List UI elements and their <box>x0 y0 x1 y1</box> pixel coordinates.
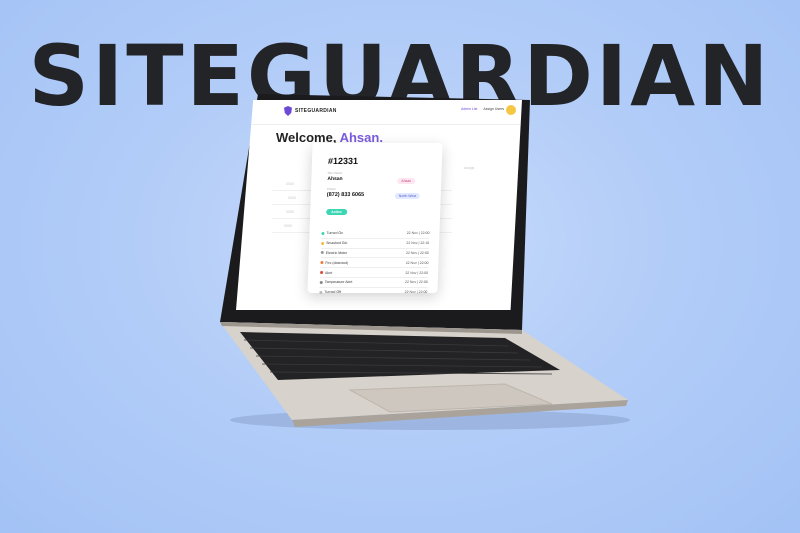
event-time: 22 Nov | 22:00 <box>404 280 428 285</box>
power-off-icon <box>319 290 323 294</box>
nav-link-assign[interactable]: Assign Users <box>483 107 504 111</box>
site-id: #12331 <box>327 156 359 166</box>
event-name: Turned On <box>326 231 344 236</box>
status-badge: Active <box>326 209 347 215</box>
ghost-label: 0000 <box>286 210 294 214</box>
site-detail-card: #12331 Site Owner Ahsan Phone (872) 833 … <box>307 143 443 298</box>
owner-badge: Ahsan <box>397 178 416 184</box>
list-item[interactable]: Fire (detected) 22 Nov | 22:00 <box>320 258 429 269</box>
location-badge: North West <box>394 193 421 199</box>
event-name: Turned Off <box>324 290 342 295</box>
filter-label[interactable]: Assign <box>464 166 475 170</box>
logo-text: SITEGUARDIAN <box>295 108 337 114</box>
thermometer-icon <box>319 280 323 284</box>
list-item[interactable]: Electric Meter 22 Nov | 22:00 <box>320 248 429 259</box>
power-icon <box>321 231 325 235</box>
event-name: Fire (detected) <box>325 260 349 265</box>
event-time: 22 Nov | 22:00 <box>404 290 428 295</box>
warning-icon <box>321 241 325 245</box>
app-logo[interactable]: SITEGUARDIAN <box>284 106 337 116</box>
avatar[interactable] <box>506 105 516 115</box>
ghost-label: 0000 <box>288 196 296 200</box>
fire-icon <box>320 261 324 265</box>
ghost-label: 0000 <box>284 224 292 228</box>
event-name: Electric Meter <box>325 250 348 255</box>
list-item[interactable]: Turned Off 22 Nov | 22:00 <box>319 287 428 298</box>
list-item[interactable]: Alert 22 Nov | 22:00 <box>319 268 429 278</box>
event-name: Alert <box>325 270 333 275</box>
phone-label: Phone <box>326 187 336 191</box>
event-time: 22 Nov | 22:00 <box>406 231 430 236</box>
event-name: Temperature Alert <box>324 280 353 285</box>
owner-label: Site Owner <box>327 171 343 175</box>
event-time: 22 Nov | 22:00 <box>406 250 429 255</box>
owner-name: Ahsan <box>327 176 343 182</box>
list-item[interactable]: Temperature Alert 22 Nov | 22:00 <box>319 277 428 288</box>
event-name: Smashed Glo <box>326 241 348 246</box>
app-topbar: SITEGUARDIAN Admin List Assign Users <box>236 100 522 125</box>
event-time: 22 Nov | 22:00 <box>405 260 429 265</box>
event-list: Turned On 22 Nov | 22:00 Smashed Glo 22 … <box>319 229 430 298</box>
meter-icon <box>320 251 324 255</box>
event-time: 22 Nov | 22:00 <box>405 270 429 275</box>
shield-icon <box>284 106 292 116</box>
top-nav: Admin List Assign Users <box>461 107 504 111</box>
list-item[interactable]: Turned On 22 Nov | 22:00 <box>321 229 430 239</box>
nav-link-admin[interactable]: Admin List <box>461 107 477 111</box>
phone-number: (872) 833 6065 <box>326 192 365 198</box>
alert-icon <box>320 271 324 275</box>
ghost-label: 0000 <box>286 182 294 186</box>
event-time: 22 Nov | 22:10 <box>406 241 430 246</box>
list-item[interactable]: Smashed Glo 22 Nov | 22:10 <box>320 238 430 249</box>
